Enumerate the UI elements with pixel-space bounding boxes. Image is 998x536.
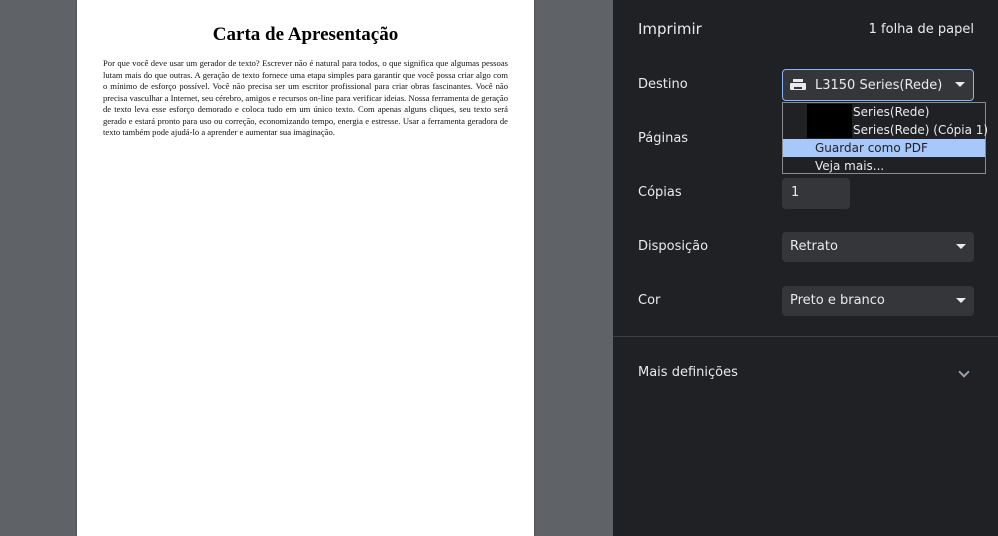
sheet-count: 1 folha de papel xyxy=(868,22,974,37)
color-value: Preto e branco xyxy=(790,293,885,308)
more-settings-toggle[interactable]: Mais definições xyxy=(613,350,998,396)
destination-select[interactable]: L3150 Series(Rede) xyxy=(782,69,974,101)
pages-label: Páginas xyxy=(638,131,689,146)
printer-icon xyxy=(790,79,806,91)
destination-option[interactable]: Series(Rede) (Cópia 1) xyxy=(783,121,988,139)
color-select[interactable]: Preto e branco xyxy=(782,286,974,316)
destination-dropdown[interactable]: Series(Rede) Series(Rede) (Cópia 1) Guar… xyxy=(782,102,988,175)
destination-value: L3150 Series(Rede) xyxy=(815,78,943,93)
copies-label: Cópias xyxy=(638,185,682,200)
document-page: Carta de Apresentação Por que você deve … xyxy=(77,0,534,536)
document-body: Por que você deve usar um gerador de tex… xyxy=(103,58,508,137)
print-preview-area: Carta de Apresentação Por que você deve … xyxy=(0,0,613,536)
destination-option[interactable]: Series(Rede) xyxy=(783,103,985,121)
destination-label: Destino xyxy=(638,77,688,92)
chevron-down-icon xyxy=(956,298,966,303)
document-title: Carta de Apresentação xyxy=(212,24,399,45)
expand-chevron-icon xyxy=(958,366,970,378)
destination-option-selected[interactable]: Guardar como PDF xyxy=(783,139,985,157)
layout-select[interactable]: Retrato xyxy=(782,232,974,262)
layout-value: Retrato xyxy=(790,239,838,254)
color-label: Cor xyxy=(638,293,661,308)
more-settings-label: Mais definições xyxy=(638,365,738,380)
panel-title: Imprimir xyxy=(638,20,702,38)
print-settings-panel: Imprimir 1 folha de papel Destino L3150 … xyxy=(613,0,998,536)
copies-input[interactable]: 1 xyxy=(782,178,850,209)
chevron-down-icon xyxy=(956,244,966,249)
chevron-down-icon xyxy=(955,82,965,87)
destination-option[interactable]: Veja mais... xyxy=(783,157,985,175)
layout-label: Disposição xyxy=(638,239,709,254)
divider xyxy=(613,336,998,337)
